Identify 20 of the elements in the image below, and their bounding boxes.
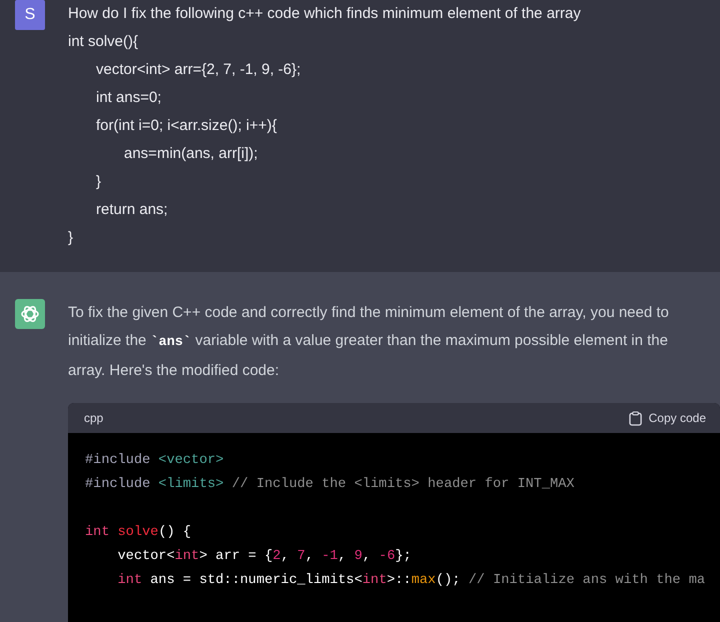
copy-code-button[interactable]: Copy code [628, 408, 706, 428]
message-line: How do I fix the following c++ code which finds minimum element of the array [68, 5, 581, 22]
user-avatar: S [15, 0, 45, 30]
assistant-logo-icon [15, 299, 45, 329]
message-line: for(int i=0; i<arr.size(); i++){ [96, 117, 277, 134]
answer-paragraph: To fix the given C++ code and correctly find the minimum element of the array, you need to initialize the `ans` variable with a value greater than the maximum possible element in the array. Here's the modified code: [68, 303, 670, 381]
code-line: #include <limits> // Include the <limits> header for INT_MAX [85, 477, 574, 492]
clipboard-icon [628, 410, 642, 426]
code-line: int ans = std::numeric_limits<int>::max(); // Initialize ans with the ma [116, 573, 706, 588]
message-line: ans=min(ans, arr[i]); [124, 145, 258, 162]
message-line: int solve(){ [68, 33, 138, 50]
message-line: vector<int> arr={2, 7, -1, 9, -6}; [96, 61, 301, 78]
code-line: int solve() { [85, 525, 192, 540]
message-line: int ans=0; [96, 89, 162, 106]
message-line: return ans; [96, 201, 168, 218]
message-line: } [68, 229, 74, 246]
code-line: vector<int> arr = {2, 7, -1, 9, -6}; [116, 549, 412, 564]
code-line: #include <vector> [85, 453, 224, 468]
code-language: cpp [84, 411, 104, 425]
message-line: } [96, 173, 102, 190]
